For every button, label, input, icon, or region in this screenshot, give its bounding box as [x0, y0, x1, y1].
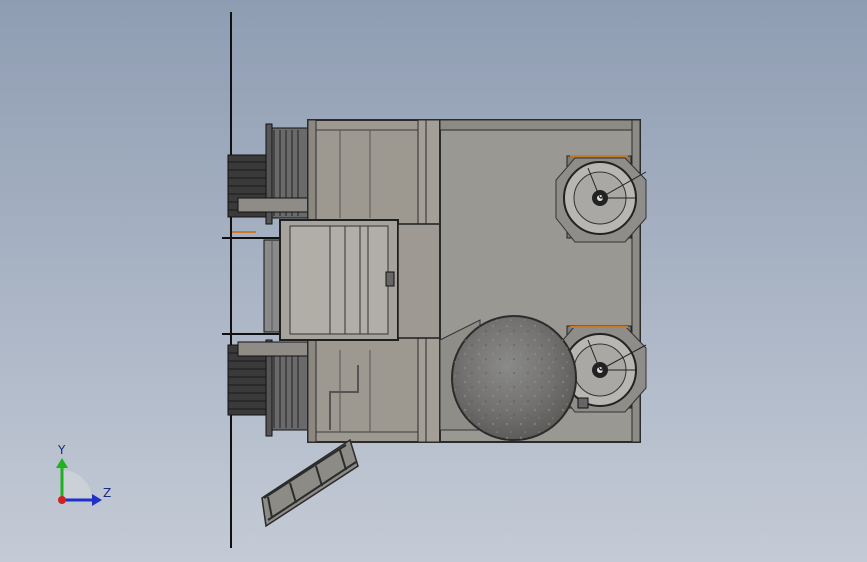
- machine-top-view-drawing[interactable]: [0, 0, 867, 562]
- y-axis-arrowhead: [56, 458, 68, 468]
- y-axis-label: Y: [58, 443, 66, 457]
- triad-quadrant: [62, 470, 92, 500]
- front-roller[interactable]: [263, 239, 281, 333]
- z-axis-arrowhead: [92, 494, 102, 506]
- cad-viewport[interactable]: Y Z: [0, 0, 867, 562]
- storage-drum[interactable]: [439, 315, 577, 441]
- access-ladder[interactable]: [261, 438, 359, 528]
- coordinate-triad: [56, 458, 102, 506]
- upper-cooling-fan[interactable]: [555, 155, 647, 243]
- triad-origin: [58, 496, 66, 504]
- z-axis-label: Z: [103, 486, 112, 500]
- central-gearbox[interactable]: [279, 219, 441, 341]
